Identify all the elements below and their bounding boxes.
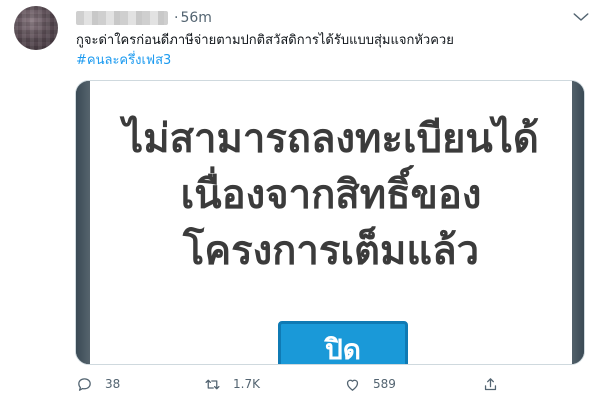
dialog-message: ไม่สามารถลงทะเบียนได้ เนื่องจากสิทธิ์ของ… (90, 111, 572, 279)
tweet-text: กูจะด่าใครก่อนดีภาษีจ่ายตามปกติสวัสดิการ… (76, 33, 454, 48)
separator-dot: · (174, 10, 179, 26)
user-name-blurred[interactable] (76, 11, 168, 25)
reply-icon (78, 377, 91, 391)
reply-button[interactable]: 38 (76, 372, 120, 396)
tweet-header: · 56m (76, 8, 212, 28)
like-button[interactable]: 589 (344, 372, 396, 396)
tweet-body: กูจะด่าใครก่อนดีภาษีจ่ายตามปกติสวัสดิการ… (76, 31, 586, 71)
dialog-message-line1: ไม่สามารถลงทะเบียนได้ (123, 116, 539, 162)
tweet-time[interactable]: 56m (180, 10, 211, 26)
retweet-icon (205, 379, 220, 389)
tweet-actions: 38 1.7K 589 (76, 372, 586, 396)
tweet-media-image[interactable]: ไม่สามารถลงทะเบียนได้ เนื่องจากสิทธิ์ของ… (75, 80, 585, 365)
share-icon (484, 377, 497, 390)
reply-count: 38 (105, 377, 121, 391)
popup-dialog: ไม่สามารถลงทะเบียนได้ เนื่องจากสิทธิ์ของ… (90, 81, 572, 364)
share-button[interactable] (482, 372, 511, 396)
hashtag-link[interactable]: #คนละครึ่งเฟส3 (76, 51, 586, 71)
avatar[interactable] (14, 6, 58, 50)
dialog-message-line2: เนื่องจากสิทธิ์ของ (180, 172, 482, 218)
more-options-icon[interactable] (572, 10, 590, 24)
dialog-close-button: ปิด (278, 321, 408, 364)
retweet-count: 1.7K (233, 377, 260, 391)
like-count: 589 (373, 377, 396, 391)
retweet-button[interactable]: 1.7K (204, 372, 260, 396)
heart-icon (346, 379, 359, 391)
dialog-message-line3: โครงการเต็มแล้ว (182, 228, 480, 274)
